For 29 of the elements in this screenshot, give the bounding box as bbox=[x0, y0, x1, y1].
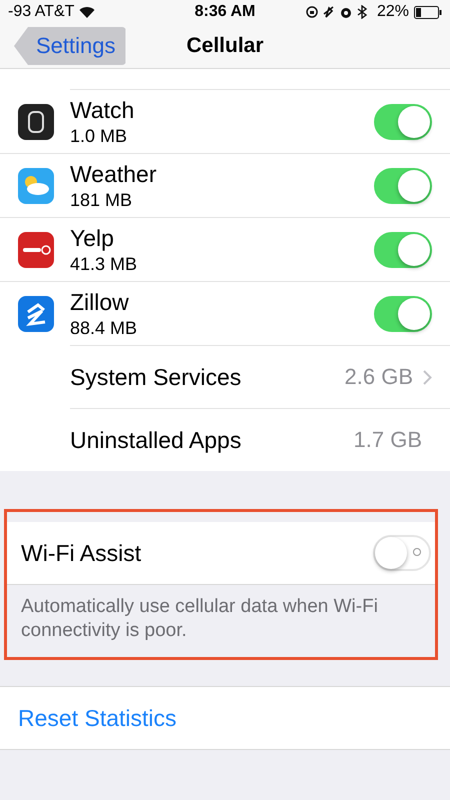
row-value: 2.6 GB bbox=[344, 364, 413, 390]
watch-icon bbox=[18, 104, 54, 140]
row-label: System Services bbox=[70, 364, 242, 390]
row-value: 1.7 GB bbox=[354, 427, 422, 453]
row-label: Uninstalled Apps bbox=[70, 426, 242, 454]
back-button[interactable]: Settings bbox=[14, 27, 126, 65]
reset-statistics-link[interactable]: Reset Statistics bbox=[18, 704, 176, 732]
toggle-switch[interactable] bbox=[374, 232, 432, 268]
app-name: Yelp bbox=[70, 224, 115, 252]
row-label: Wi-Fi Assist bbox=[21, 540, 142, 566]
nav-title: Cellular bbox=[186, 34, 264, 58]
carrier-text: -93 AT&T bbox=[8, 3, 74, 21]
battery-percent-text: 22% bbox=[376, 3, 409, 21]
data-usage-text: 41.3 MB bbox=[70, 254, 138, 274]
data-usage-text: 181 MB bbox=[70, 190, 134, 210]
battery-icon bbox=[414, 6, 442, 18]
wifi-icon bbox=[79, 6, 96, 18]
data-usage-text: 1.0 MB bbox=[70, 126, 128, 146]
toggle-switch[interactable] bbox=[374, 168, 432, 204]
chevron-icon bbox=[423, 370, 432, 384]
app-name: Watch bbox=[70, 96, 136, 124]
clock-text: 8:36 AM bbox=[194, 3, 256, 21]
toggle-switch[interactable] bbox=[374, 296, 432, 332]
footer-text: Automatically use cellular data when Wi-Fi connectivity is poor. bbox=[7, 584, 435, 657]
app-name: Weather bbox=[70, 160, 158, 188]
toggle-switch[interactable] bbox=[374, 104, 432, 140]
data-usage-text: 88.4 MB bbox=[70, 318, 138, 338]
weather-icon bbox=[18, 168, 54, 204]
app-name: Zillow bbox=[70, 288, 130, 316]
